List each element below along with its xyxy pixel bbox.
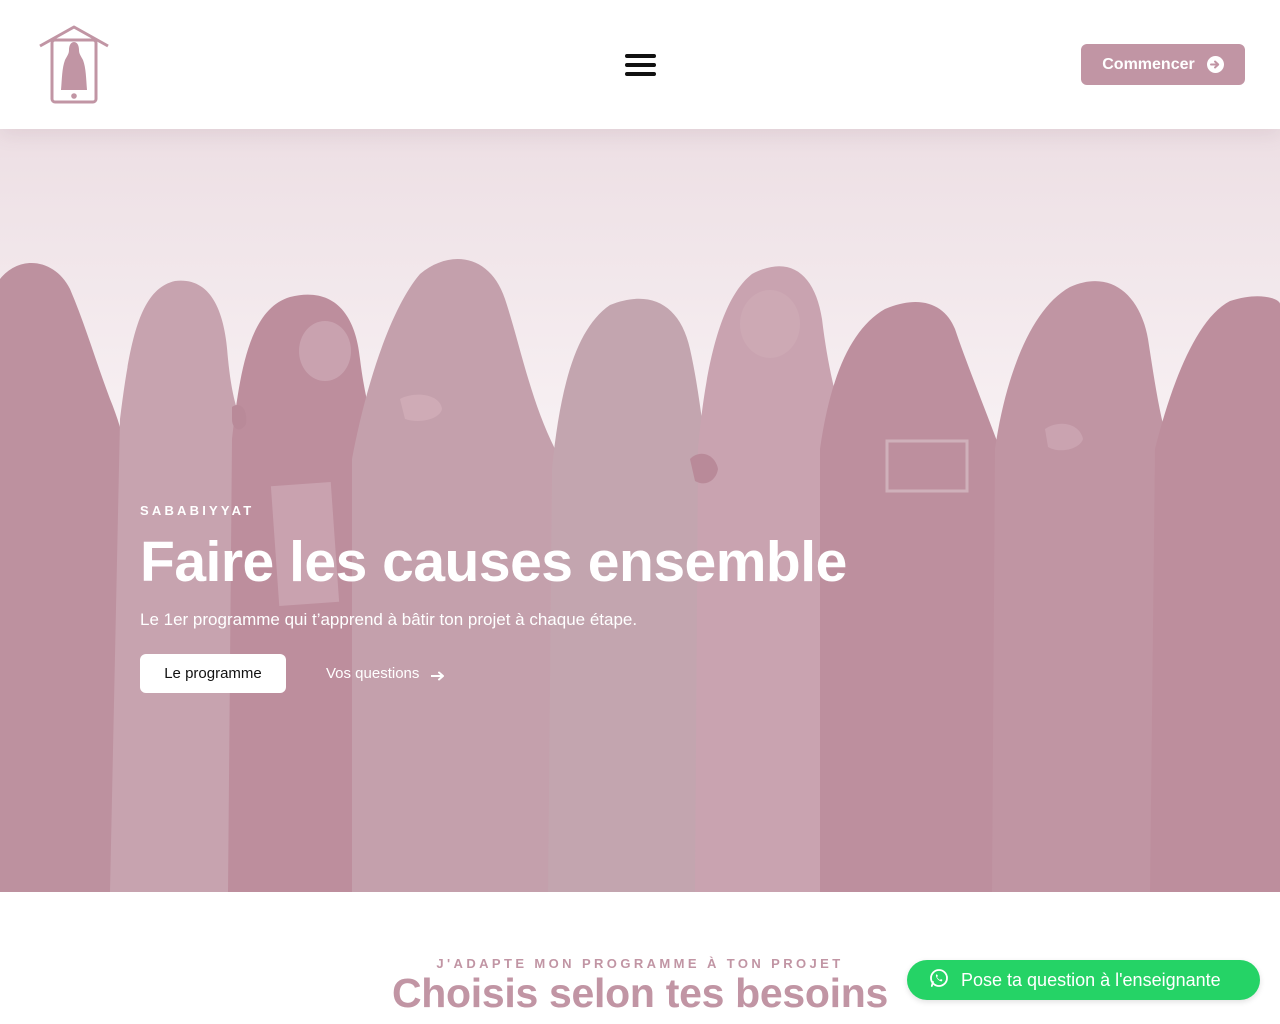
hero-section: SABABIYYAT Faire les causes ensemble Le … (0, 129, 1280, 892)
le-programme-button[interactable]: Le programme (140, 653, 286, 693)
menu-bar (624, 72, 656, 76)
commencer-label: Commencer (1102, 55, 1195, 73)
whatsapp-icon (929, 968, 949, 993)
hero-subtitle: Le 1er programme qui t’apprend à bâtir t… (140, 609, 638, 629)
programme-section: J'ADAPTE MON PROGRAMME À TON PROJET Choi… (0, 892, 1280, 1024)
hero-content: SABABIYYAT Faire les causes ensemble Le … (140, 503, 1040, 693)
commencer-button[interactable]: Commencer (1081, 44, 1245, 85)
arrow-circle-right-icon (1206, 56, 1224, 73)
whatsapp-question-button[interactable]: Pose ta question à l'enseignante (907, 960, 1260, 1000)
hero-buttons: Le programme Vos questions (140, 653, 1040, 693)
house-woman-phone-logo-icon[interactable] (38, 24, 112, 106)
hero-eyebrow: SABABIYYAT (140, 503, 255, 518)
menu-bar (624, 54, 656, 58)
hero-title: Faire les causes ensemble (140, 530, 847, 594)
hamburger-menu-icon[interactable] (620, 48, 660, 82)
arrow-right-icon (430, 668, 445, 681)
le-programme-label: Le programme (164, 664, 262, 682)
menu-bar (624, 63, 656, 67)
vos-questions-label: Vos questions (326, 664, 420, 682)
site-header: Commencer (0, 0, 1280, 129)
vos-questions-link[interactable]: Vos questions (326, 665, 445, 682)
whatsapp-label: Pose ta question à l'enseignante (961, 969, 1221, 990)
